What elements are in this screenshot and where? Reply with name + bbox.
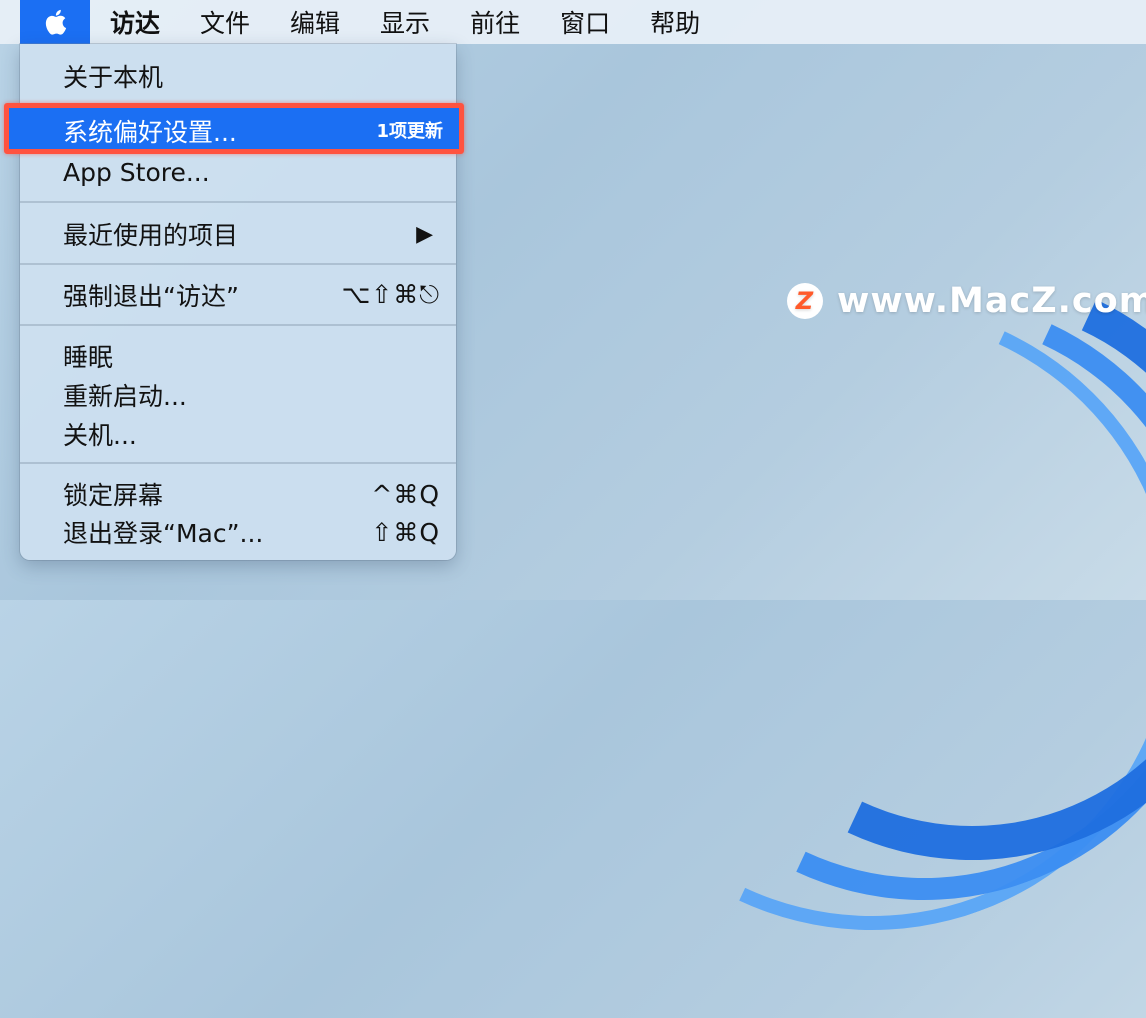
menu-item-label: 关机... bbox=[63, 421, 137, 450]
menu-item-label: 最近使用的项目 bbox=[63, 221, 239, 250]
menu-item-about[interactable]: 关于本机 bbox=[20, 56, 456, 96]
menu-separator bbox=[20, 263, 456, 265]
menu-item-lock-screen[interactable]: 锁定屏幕 ^⌘Q bbox=[20, 474, 456, 514]
menu-item-label: 锁定屏幕 bbox=[63, 481, 164, 510]
highlight-callout-box bbox=[4, 103, 464, 154]
menu-item-label: 重新启动... bbox=[63, 382, 187, 411]
menu-item-label: 退出登录“Mac”... bbox=[63, 519, 264, 548]
menu-item-label: App Store... bbox=[63, 157, 210, 187]
apple-menu-button[interactable] bbox=[20, 0, 90, 44]
menu-separator bbox=[20, 462, 456, 464]
menu-item-label: 强制退出“访达” bbox=[63, 282, 239, 311]
menu-item-app-store[interactable]: App Store... bbox=[20, 152, 456, 192]
watermark-text: www.MacZ.com bbox=[837, 281, 1146, 321]
keyboard-shortcut: ⌥⇧⌘⎋ bbox=[341, 280, 440, 309]
macz-logo-icon: Z bbox=[787, 283, 823, 319]
menu-help[interactable]: 帮助 bbox=[630, 0, 720, 44]
menu-bar: 访达 文件 编辑 显示 前往 窗口 帮助 bbox=[0, 0, 1146, 44]
menu-edit[interactable]: 编辑 bbox=[270, 0, 360, 44]
menu-item-restart[interactable]: 重新启动... bbox=[20, 375, 456, 415]
menu-separator bbox=[20, 201, 456, 203]
menu-separator bbox=[20, 324, 456, 326]
menu-view[interactable]: 显示 bbox=[360, 0, 450, 44]
menu-go[interactable]: 前往 bbox=[450, 0, 540, 44]
menu-item-force-quit[interactable]: 强制退出“访达” ⌥⇧⌘⎋ bbox=[20, 275, 456, 315]
keyboard-shortcut: ^⌘Q bbox=[371, 479, 440, 509]
menu-item-label: 睡眠 bbox=[63, 343, 114, 372]
watermark: Z www.MacZ.com bbox=[787, 281, 1146, 321]
menu-item-recent-items[interactable]: 最近使用的项目 ▶ bbox=[20, 214, 456, 254]
submenu-arrow-icon: ▶ bbox=[416, 221, 434, 247]
menu-window[interactable]: 窗口 bbox=[540, 0, 630, 44]
apple-logo-icon bbox=[45, 9, 67, 35]
menu-item-label: 关于本机 bbox=[63, 63, 164, 92]
menu-item-logout[interactable]: 退出登录“Mac”... ⇧⌘Q bbox=[20, 512, 456, 552]
menu-file[interactable]: 文件 bbox=[180, 0, 270, 44]
menu-item-shutdown[interactable]: 关机... bbox=[20, 414, 456, 454]
menu-finder[interactable]: 访达 bbox=[90, 0, 180, 44]
keyboard-shortcut: ⇧⌘Q bbox=[371, 517, 440, 547]
menu-item-sleep[interactable]: 睡眠 bbox=[20, 336, 456, 376]
